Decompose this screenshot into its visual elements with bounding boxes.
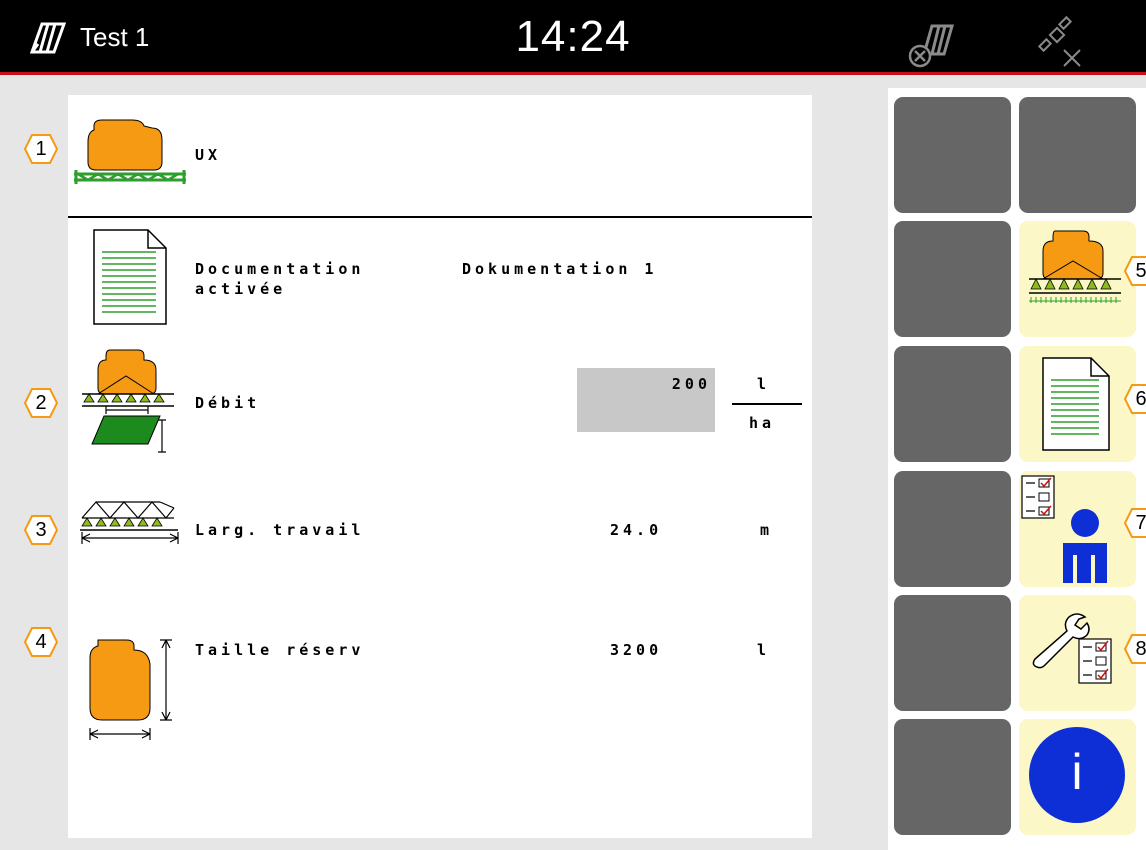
section-control-off-icon (904, 14, 960, 74)
softkey-right-1[interactable] (1019, 97, 1136, 213)
sprayer-settings-button[interactable] (1019, 221, 1136, 337)
service-settings-button[interactable] (1019, 595, 1136, 711)
softkey-left-1[interactable] (894, 97, 1011, 213)
softkey-left-3[interactable] (894, 346, 1011, 462)
softkey-left-4[interactable] (894, 471, 1011, 587)
application-rate-unit-top: l (757, 375, 771, 393)
unit-fraction-line (732, 403, 802, 405)
callout-5: 5 (1124, 256, 1146, 286)
divider (68, 216, 812, 218)
callout-7: 7 (1124, 508, 1146, 538)
working-width-icon (78, 494, 182, 554)
info-icon: i (1029, 727, 1125, 823)
application-rate-value: 200 (671, 375, 711, 393)
softkey-left-6[interactable] (894, 719, 1011, 835)
documentation-value[interactable]: Dokumentation 1 (462, 260, 657, 278)
callout-8: 8 (1124, 634, 1146, 664)
application-rate-input[interactable]: 200 (577, 368, 715, 432)
working-width-value[interactable]: 24.0 (610, 521, 662, 539)
info-button[interactable]: i (1019, 719, 1136, 835)
tank-size-value[interactable]: 3200 (610, 641, 662, 659)
working-width-unit: m (760, 521, 774, 539)
documentation-icon (1041, 356, 1111, 456)
softkey-left-5[interactable] (894, 595, 1011, 711)
application-rate-unit-bottom: ha (749, 414, 776, 432)
softkey-left-2[interactable] (894, 221, 1011, 337)
tank-size-icon (82, 638, 182, 752)
callout-3: 3 (24, 515, 58, 545)
top-bar: Test 1 14:24 (0, 0, 1146, 75)
working-width-label: Larg. travail (195, 521, 365, 539)
documentation-label-line1: Documentation (195, 260, 365, 278)
documentation-button[interactable] (1019, 346, 1136, 462)
documentation-icon (92, 228, 168, 330)
gps-no-signal-icon (1030, 14, 1086, 74)
callout-6: 6 (1124, 384, 1146, 414)
sprayer-icon (1027, 227, 1123, 321)
user-icon (1047, 507, 1111, 589)
callout-4: 4 (24, 627, 58, 657)
callout-2: 2 (24, 388, 58, 418)
machine-name: UX (195, 146, 222, 164)
tank-size-unit: l (757, 641, 771, 659)
user-profile-button[interactable] (1019, 471, 1136, 587)
sprayer-icon (72, 118, 192, 192)
application-rate-icon (78, 346, 178, 462)
clock: 14:24 (515, 12, 631, 61)
documentation-label-line2: activée (195, 280, 287, 298)
callout-1: 1 (24, 134, 58, 164)
tank-size-label: Taille réserv (195, 641, 365, 659)
application-rate-label: Débit (195, 394, 261, 412)
wrench-checklist-icon (1029, 611, 1125, 695)
